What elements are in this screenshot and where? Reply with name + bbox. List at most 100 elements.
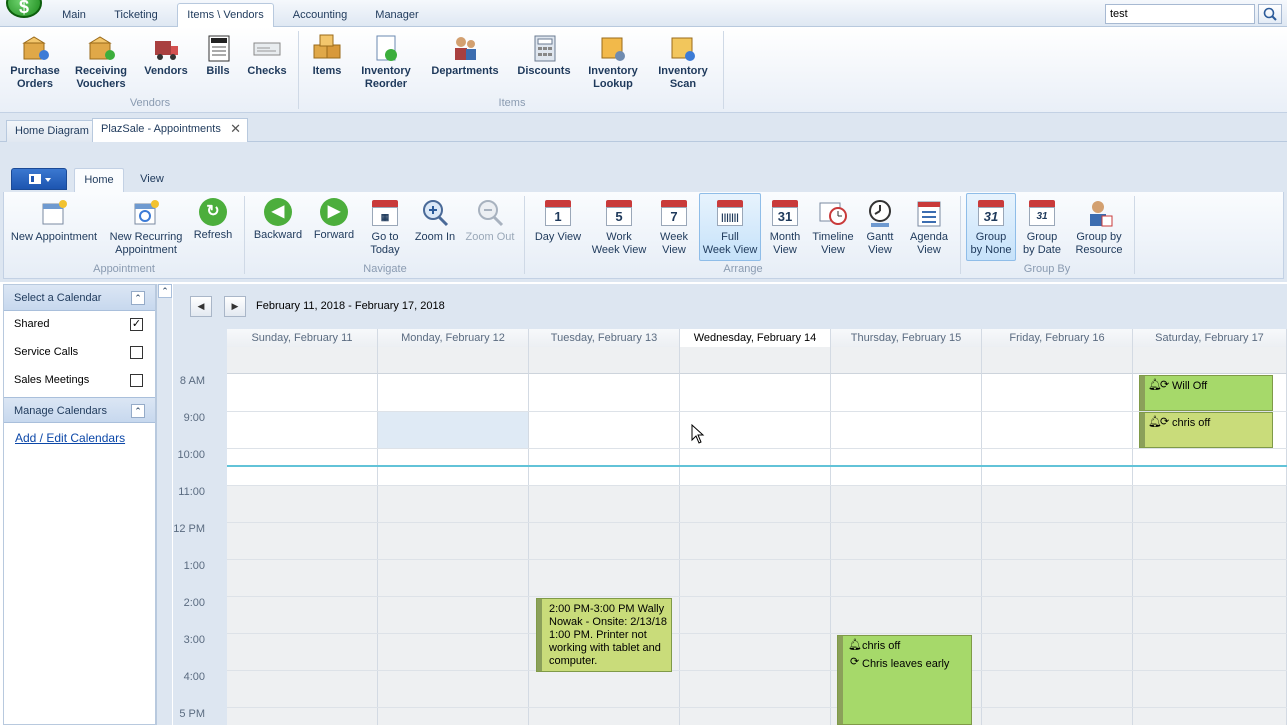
backward-button[interactable]: ◀ Backward	[252, 198, 304, 242]
group-by-date-button[interactable]: 31 Group by Date	[1020, 198, 1064, 257]
group-by-resource-button[interactable]: Group by Resource	[1070, 198, 1128, 257]
tab-main[interactable]: Main	[52, 5, 96, 27]
day-header[interactable]: Friday, February 16	[982, 329, 1133, 347]
new-recurring-appointment-button[interactable]: New Recurring Appointment	[106, 198, 186, 257]
calendar-group-none-icon: 31	[976, 198, 1006, 228]
all-day-cell[interactable]	[529, 347, 680, 374]
items-button[interactable]: Items	[306, 33, 348, 78]
purchase-orders-button[interactable]: Purchase Orders	[6, 33, 64, 91]
day-column[interactable]	[378, 374, 529, 725]
all-day-cell[interactable]	[227, 347, 378, 374]
manage-calendars-header[interactable]: Manage Calendars ⌃	[4, 397, 155, 423]
bills-button[interactable]: Bills	[200, 33, 236, 78]
calendar-selection-panel: Select a Calendar ⌃ Shared ✓ Service Cal…	[3, 284, 156, 725]
go-to-today-button[interactable]: ▦ Go to Today	[364, 198, 406, 257]
arrow-left-icon: ◀	[264, 198, 292, 226]
top-menu-bar: $ Main Ticketing Items \ Vendors Account…	[0, 0, 1287, 28]
new-appointment-button[interactable]: New Appointment	[8, 198, 100, 244]
group-separator	[1134, 196, 1135, 274]
app-menu-icon	[29, 174, 51, 184]
calendar-sales-meetings-checkbox[interactable]	[130, 374, 143, 387]
appointment-will-off[interactable]: 🔔︎ ⟳ Will Off	[1139, 375, 1273, 411]
app-logo-icon: $	[6, 0, 42, 18]
tab-accounting[interactable]: Accounting	[284, 5, 356, 27]
timeline-view-button[interactable]: Timeline View	[810, 198, 856, 257]
arrow-right-icon: ▶	[320, 198, 348, 226]
search-input[interactable]: test	[1105, 4, 1255, 24]
agenda-list-icon	[917, 201, 941, 227]
calendar-group-date-icon: 31	[1027, 198, 1057, 228]
group-by-none-button[interactable]: 31 Group by None	[966, 193, 1016, 261]
calendar-shared-checkbox[interactable]: ✓	[130, 318, 143, 331]
discounts-button[interactable]: Discounts	[512, 33, 576, 78]
inventory-scan-button[interactable]: Inventory Scan	[652, 33, 714, 91]
day-header[interactable]: Thursday, February 15	[831, 329, 982, 347]
date-range-label: February 11, 2018 - February 17, 2018	[256, 300, 445, 312]
zoom-out-button[interactable]: Zoom Out	[464, 198, 516, 244]
all-day-cell[interactable]	[831, 347, 982, 374]
time-label: 2:00	[183, 597, 205, 609]
vendors-button[interactable]: Vendors	[138, 33, 194, 78]
calendar-service-calls-checkbox[interactable]	[130, 346, 143, 359]
group-separator	[524, 196, 525, 274]
departments-button[interactable]: Departments	[424, 33, 506, 78]
tab-home[interactable]: Home	[74, 168, 124, 192]
day-column[interactable]	[529, 374, 680, 725]
collapse-icon[interactable]: ⌃	[131, 404, 145, 418]
hour-line	[227, 633, 1287, 634]
forward-button[interactable]: ▶ Forward	[310, 198, 358, 242]
all-day-cell[interactable]	[378, 347, 529, 374]
items-vendors-ribbon: Purchase Orders Receiving Vouchers Vendors…	[0, 27, 1287, 113]
close-tab-icon[interactable]: ✕	[230, 119, 241, 139]
tab-home-diagram[interactable]: Home Diagram	[6, 120, 98, 142]
all-day-cell[interactable]	[982, 347, 1133, 374]
all-day-cell[interactable]	[1133, 347, 1287, 374]
day-column[interactable]	[982, 374, 1133, 725]
agenda-view-button[interactable]: Agenda View	[904, 198, 954, 257]
tab-items-vendors[interactable]: Items \ Vendors	[177, 3, 274, 28]
receiving-vouchers-button[interactable]: Receiving Vouchers	[70, 33, 132, 91]
app-menu-button[interactable]	[11, 168, 67, 190]
panel-scrollbar[interactable]: ⌃	[156, 284, 172, 725]
hour-line	[227, 596, 1287, 597]
inventory-reorder-button[interactable]: Inventory Reorder	[354, 33, 418, 91]
day-header[interactable]: Tuesday, February 13	[529, 329, 680, 347]
day-header[interactable]: Saturday, February 17	[1133, 329, 1287, 347]
tab-plazsale-appointments[interactable]: PlazSale - Appointments ✕	[92, 118, 248, 143]
day-header[interactable]: Monday, February 12	[378, 329, 529, 347]
full-week-view-button[interactable]: ||||||| Full Week View	[699, 193, 761, 261]
appointment-chris-off-thu[interactable]: 🔔︎ chris off ⟳ Chris leaves early	[837, 635, 972, 725]
all-day-cell[interactable]	[680, 347, 831, 374]
add-edit-calendars-link[interactable]: Add / Edit Calendars	[15, 431, 125, 445]
week-view-button[interactable]: 7 Week View	[652, 198, 696, 257]
month-view-button[interactable]: 31 Month View	[764, 198, 806, 257]
recurring-icon: ⟳	[1160, 379, 1170, 391]
tab-view[interactable]: View	[130, 168, 174, 192]
work-week-view-button[interactable]: 5 Work Week View	[590, 198, 648, 257]
tab-manager[interactable]: Manager	[366, 5, 428, 27]
scroll-up-icon[interactable]: ⌃	[158, 284, 172, 298]
refresh-button[interactable]: ↻ Refresh	[190, 198, 236, 242]
inventory-lookup-button[interactable]: Inventory Lookup	[582, 33, 644, 91]
appointment-chris-off-sat[interactable]: 🔔︎ ⟳ chris off	[1139, 412, 1273, 448]
appointment-wally-nowak[interactable]: 2:00 PM-3:00 PM Wally Nowak - Onsite: 2/…	[536, 598, 672, 672]
search-button[interactable]	[1258, 4, 1282, 24]
items-group-label: Items	[498, 97, 526, 109]
calculator-icon	[534, 35, 556, 62]
day-header-today[interactable]: Wednesday, February 14	[680, 329, 831, 347]
day-view-button[interactable]: 1 Day View	[532, 198, 584, 244]
day-column[interactable]	[227, 374, 378, 725]
zoom-in-button[interactable]: Zoom In	[410, 198, 460, 244]
checks-button[interactable]: Checks	[242, 33, 292, 78]
next-week-button[interactable]: ▶	[224, 296, 246, 317]
document-tabs: Home Diagram PlazSale - Appointments ✕ ▬…	[0, 113, 1287, 248]
arrange-group-label: Arrange	[723, 263, 763, 275]
day-header[interactable]: Sunday, February 11	[227, 329, 378, 347]
gantt-view-button[interactable]: Gantt View	[860, 198, 900, 257]
hour-line	[227, 559, 1287, 560]
previous-week-button[interactable]: ◀	[190, 296, 212, 317]
collapse-icon[interactable]: ⌃	[131, 291, 145, 305]
lookup-folder-icon	[601, 37, 625, 61]
select-calendar-header[interactable]: Select a Calendar ⌃	[4, 285, 155, 311]
tab-ticketing[interactable]: Ticketing	[104, 5, 168, 27]
